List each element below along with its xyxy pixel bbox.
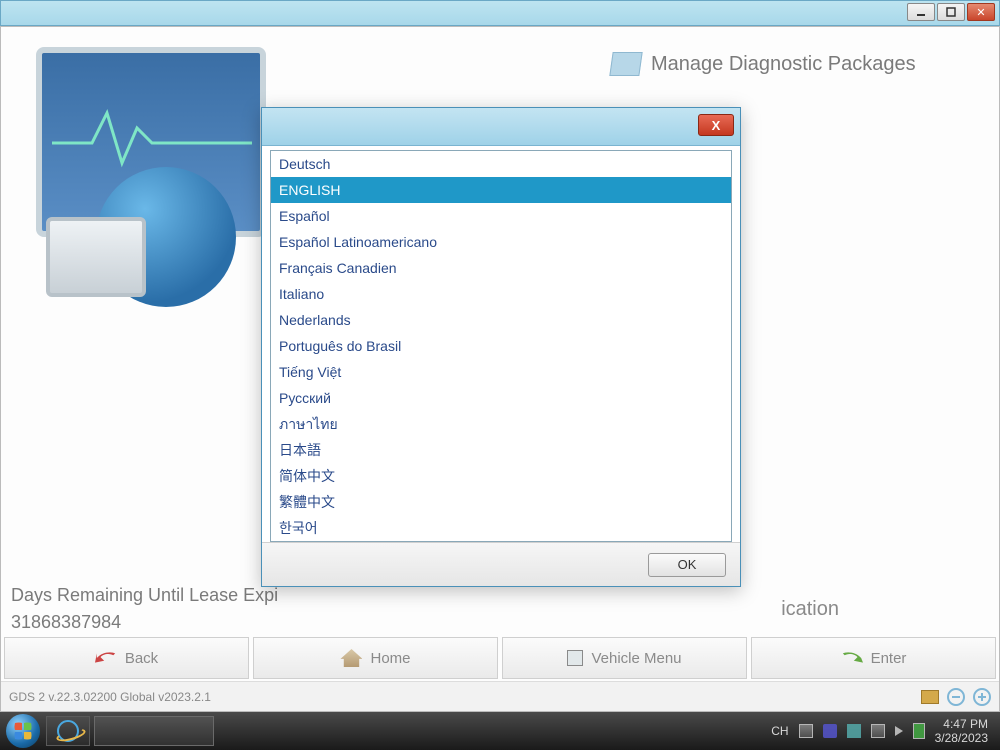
ok-button[interactable]: OK [648, 553, 726, 577]
home-button[interactable]: Home [253, 637, 498, 679]
taskbar: CH 4:47 PM 3/28/2023 [0, 712, 1000, 750]
back-arrow-icon [95, 649, 117, 667]
zoom-in-icon[interactable] [973, 688, 991, 706]
language-option[interactable]: 日本語 [271, 437, 731, 463]
vehicle-menu-button[interactable]: Vehicle Menu [502, 637, 747, 679]
start-button[interactable] [6, 714, 40, 748]
language-option[interactable]: Deutsch [271, 151, 731, 177]
tray-icon-1[interactable] [823, 724, 837, 738]
window-maximize-button[interactable] [937, 3, 965, 21]
language-option[interactable]: Français Canadien [271, 255, 731, 281]
language-option[interactable]: Tiếng Việt [271, 359, 731, 385]
vehicle-icon [567, 650, 583, 666]
language-option[interactable]: Português do Brasil [271, 333, 731, 359]
menu-application[interactable]: ication [781, 598, 839, 621]
tray-language[interactable]: CH [771, 724, 788, 738]
window-minimize-button[interactable] [907, 3, 935, 21]
home-icon [340, 649, 362, 667]
language-option[interactable]: Nederlands [271, 307, 731, 333]
tray-icon-3[interactable] [871, 724, 885, 738]
dialog-titlebar[interactable]: X [262, 108, 740, 146]
language-option[interactable]: Español [271, 203, 731, 229]
tray-sound-icon[interactable] [895, 726, 903, 736]
tray-power-icon[interactable] [913, 723, 925, 739]
language-list[interactable]: DeutschENGLISHEspañolEspañol Latinoameri… [270, 150, 732, 542]
lease-label: Days Remaining Until Lease Expi [11, 585, 278, 606]
language-option[interactable]: 繁體中文 [271, 489, 731, 515]
dialog-close-button[interactable]: X [698, 114, 734, 136]
menu-manage-packages[interactable]: Manage Diagnostic Packages [611, 52, 979, 76]
language-option[interactable]: Español Latinoamericano [271, 229, 731, 255]
status-flag-icon[interactable] [921, 690, 939, 704]
language-option[interactable]: Русский [271, 385, 731, 411]
tray-clock[interactable]: 4:47 PM 3/28/2023 [935, 717, 988, 745]
enter-button[interactable]: Enter [751, 637, 996, 679]
language-option[interactable]: 한국어 [271, 515, 731, 541]
language-dialog: X DeutschENGLISHEspañolEspañol Latinoame… [261, 107, 741, 587]
enter-arrow-icon [841, 649, 863, 667]
window-titlebar: ✕ [0, 0, 1000, 26]
app-logo [26, 47, 276, 307]
version-text: GDS 2 v.22.3.02200 Global v2023.2.1 [9, 690, 211, 704]
tray-network-icon[interactable] [799, 724, 813, 738]
language-option[interactable]: Italiano [271, 281, 731, 307]
window-close-button[interactable]: ✕ [967, 3, 995, 21]
language-option[interactable]: ENGLISH [271, 177, 731, 203]
folder-icon [609, 52, 642, 76]
language-option[interactable]: ภาษาไทย [271, 411, 731, 437]
back-button[interactable]: Back [4, 637, 249, 679]
language-option[interactable]: 简体中文 [271, 463, 731, 489]
taskbar-app-button[interactable] [94, 716, 214, 746]
zoom-out-icon[interactable] [947, 688, 965, 706]
menu-label: Manage Diagnostic Packages [651, 53, 916, 76]
tray-icon-2[interactable] [847, 724, 861, 738]
lease-value: 31868387984 [11, 612, 278, 633]
status-bar: GDS 2 v.22.3.02200 Global v2023.2.1 [1, 681, 999, 711]
taskbar-ie-button[interactable] [46, 716, 90, 746]
ie-icon [57, 720, 79, 742]
app-body: Manage Diagnostic Packages red Data s ot… [0, 26, 1000, 712]
